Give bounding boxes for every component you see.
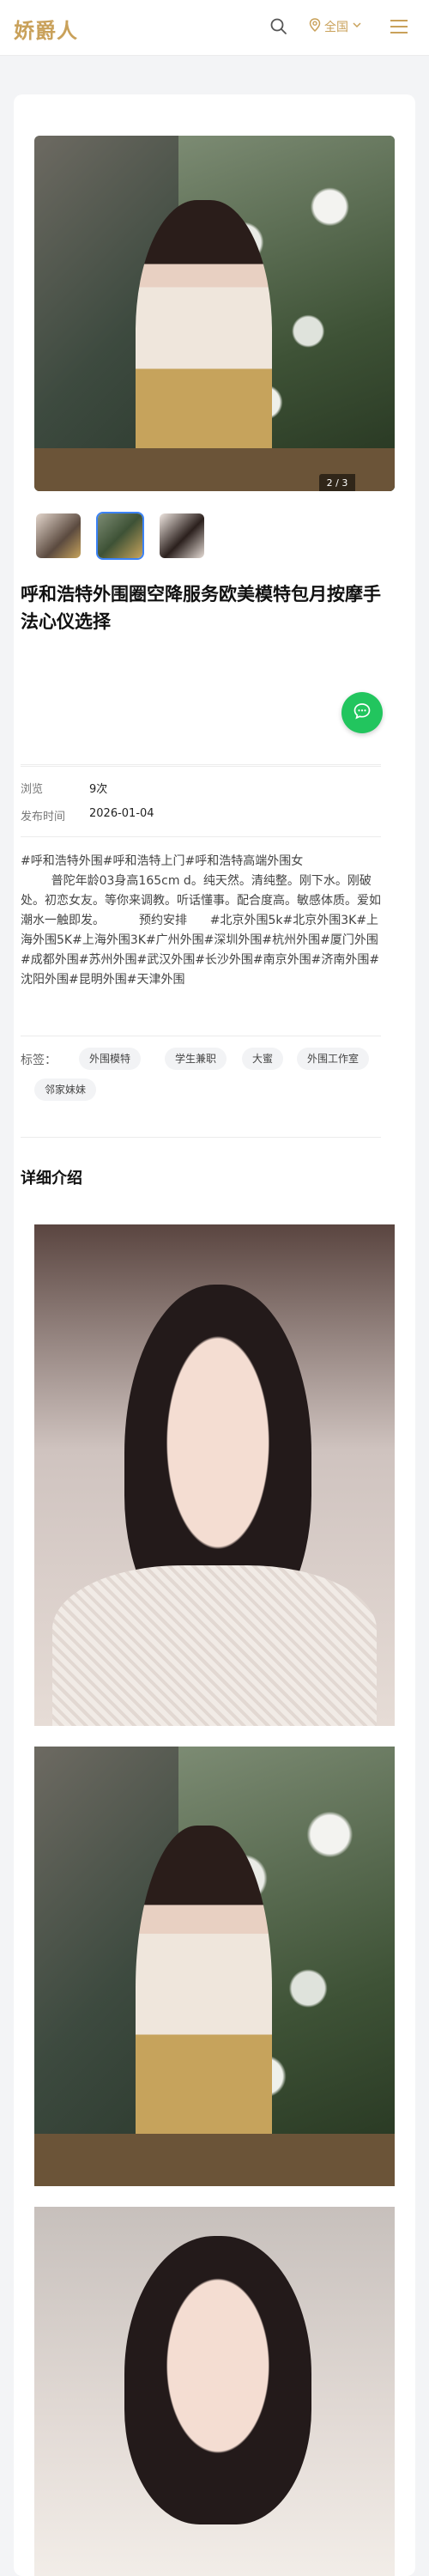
chat-button[interactable] [341, 692, 383, 733]
model-figure-image [135, 199, 273, 491]
search-icon[interactable] [269, 17, 288, 36]
map-pin-icon [309, 18, 321, 35]
location-label: 全国 [324, 21, 348, 34]
post-description: #呼和浩特外围#呼和浩特上门#呼和浩特高端外围女 普陀年龄03身高165cm d… [21, 854, 381, 987]
main-gallery-image[interactable] [34, 136, 395, 491]
views-label: 浏览 [21, 783, 44, 796]
detail-image-3 [34, 2207, 395, 2576]
chat-bubble-icon [353, 702, 372, 724]
detail-image-1 [34, 1224, 395, 1726]
tag-item[interactable]: 学生兼职 [165, 1048, 227, 1070]
tag-item[interactable]: 外围模特 [79, 1048, 142, 1070]
model-figure-image [135, 1826, 273, 2186]
thumbnail-3[interactable] [158, 512, 206, 560]
chevron-down-icon [352, 20, 362, 33]
thumbnail-2[interactable] [96, 512, 144, 560]
detail-image-2 [34, 1747, 395, 2186]
gallery-counter: 2 / 3 [319, 474, 355, 491]
date-label: 发布时间 [21, 811, 66, 823]
tags-label: 标签： [21, 1054, 57, 1067]
top-header: 娇爵人 全国 [0, 0, 429, 56]
portrait-face-image [124, 2236, 312, 2524]
tag-item[interactable]: 邻家妹妹 [34, 1078, 97, 1101]
location-selector[interactable]: 全国 [309, 17, 362, 36]
views-value: 9次 [89, 783, 108, 796]
menu-icon[interactable] [388, 17, 410, 36]
date-value: 2026-01-04 [89, 807, 154, 820]
site-logo[interactable]: 娇爵人 [14, 14, 78, 44]
tag-item[interactable]: 外围工作室 [297, 1048, 370, 1070]
post-title: 呼和浩特外围圈空降服务欧美模特包月按摩手法心仪选择 [21, 584, 381, 632]
thumbnail-1[interactable] [34, 512, 82, 560]
details-section-title: 详细介绍 [21, 1170, 82, 1188]
tag-item[interactable]: 大蜜 [242, 1048, 284, 1070]
